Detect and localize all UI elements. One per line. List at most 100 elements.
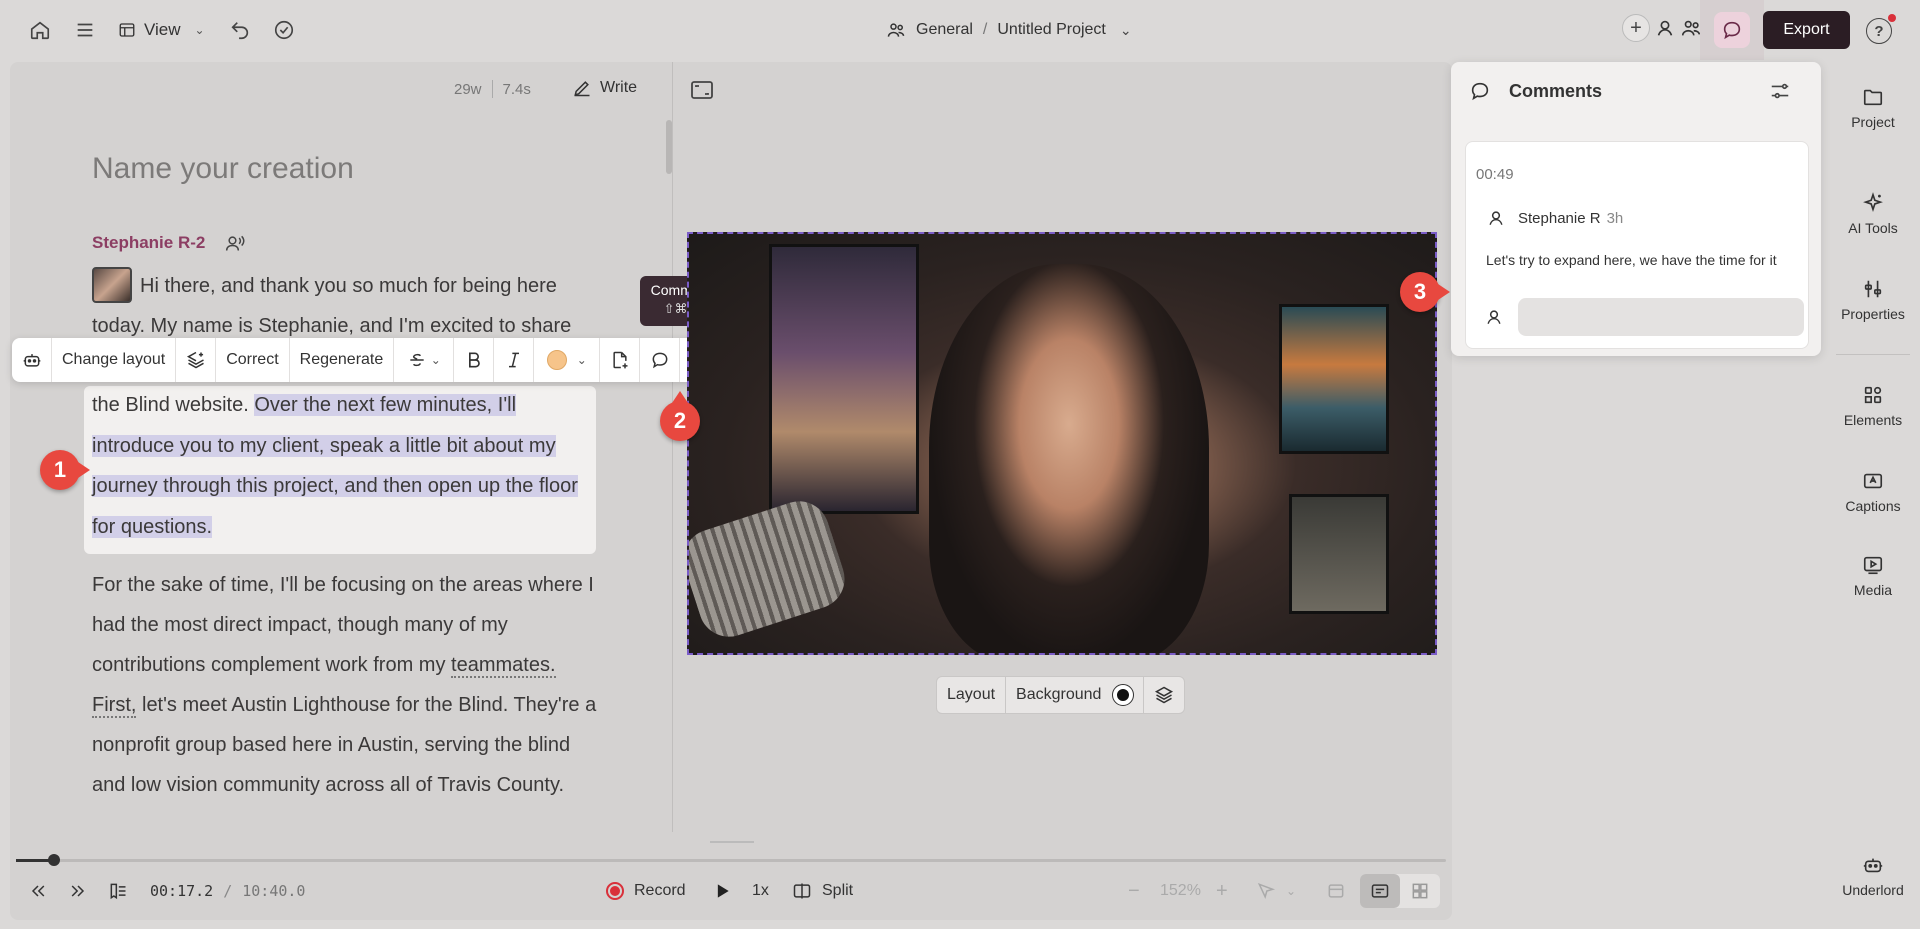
sidebar-item-underlord[interactable]: Underlord xyxy=(1826,854,1920,898)
italic-button[interactable] xyxy=(494,338,535,382)
play-button[interactable] xyxy=(712,874,732,908)
write-label: Write xyxy=(600,79,638,96)
zoom-in-button[interactable]: + xyxy=(1216,874,1228,908)
sidebar-item-media[interactable]: Media xyxy=(1826,554,1920,598)
record-button[interactable]: Record xyxy=(606,874,686,908)
breadcrumb-project[interactable]: Untitled Project xyxy=(997,21,1106,39)
plain-text: the Blind website. xyxy=(92,394,255,416)
chevron-down-icon[interactable]: ⌄ xyxy=(577,353,587,367)
fullscreen-icon[interactable] xyxy=(690,80,714,100)
sparkle-icon xyxy=(1863,192,1883,213)
track-view-button[interactable] xyxy=(1326,874,1346,908)
highlight-swatch xyxy=(546,350,567,370)
home-icon[interactable] xyxy=(26,16,54,44)
layout-button[interactable]: Layout xyxy=(937,676,1007,714)
chevron-down-icon[interactable]: ⌄ xyxy=(1120,22,1132,39)
script-paragraph-1[interactable]: Hi there, and thank you so much for bein… xyxy=(92,266,602,346)
view-menu-button[interactable]: View ⌄ xyxy=(118,16,205,44)
sidebar-item-captions[interactable]: Captions xyxy=(1826,470,1920,514)
sidebar-item-label: Project xyxy=(1851,114,1895,130)
cursor-icon xyxy=(1257,882,1276,899)
reply-input[interactable] xyxy=(1518,298,1804,336)
script-paragraph-2[interactable]: the Blind website. Over the next few min… xyxy=(92,385,602,547)
comment-icon xyxy=(1723,21,1741,40)
chevron-down-icon[interactable]: ⌄ xyxy=(431,353,441,367)
transport-bar: 00:17.2 / 10:40.0 Record 1x Split − 152%… xyxy=(0,874,1452,908)
sidebar-item-project[interactable]: Project xyxy=(1826,86,1920,130)
grid-view-button[interactable] xyxy=(1400,874,1440,908)
total-time: 10:40.0 xyxy=(242,882,306,900)
check-circle-icon[interactable] xyxy=(270,16,298,44)
chevron-down-icon: ⌄ xyxy=(194,23,205,37)
bold-button[interactable] xyxy=(454,338,495,382)
playback-scrubber[interactable] xyxy=(16,854,1446,866)
sidebar-item-elements[interactable]: Elements xyxy=(1826,384,1920,428)
record-icon xyxy=(606,882,624,900)
divider xyxy=(491,80,493,98)
layout-icon xyxy=(119,23,135,37)
chapters-button[interactable] xyxy=(108,874,128,908)
sidebar-item-properties[interactable]: Properties xyxy=(1826,278,1920,322)
robot-icon xyxy=(23,354,40,367)
script-view-button[interactable] xyxy=(1360,874,1400,908)
panel-divider[interactable] xyxy=(672,62,673,832)
speaker-label[interactable]: Stephanie R-2 xyxy=(92,233,245,253)
playback-speed-button[interactable]: 1x xyxy=(752,874,769,908)
undo-icon[interactable] xyxy=(226,16,254,44)
skip-back-button[interactable] xyxy=(28,874,48,908)
sidebar-item-ai-tools[interactable]: AI Tools xyxy=(1826,192,1920,236)
zoom-out-button[interactable]: − xyxy=(1128,874,1140,908)
people-icon xyxy=(1681,20,1701,36)
write-button[interactable]: Write xyxy=(572,78,637,98)
collaborators[interactable]: + xyxy=(1622,14,1702,42)
plus-icon: + xyxy=(1216,879,1228,902)
export-button[interactable]: Export xyxy=(1763,11,1850,49)
breadcrumb-team[interactable]: General xyxy=(916,21,973,39)
comments-toggle-button[interactable] xyxy=(1700,0,1764,60)
split-button[interactable]: Split xyxy=(792,874,853,908)
comment-button[interactable] xyxy=(640,338,681,382)
underlord-button[interactable] xyxy=(12,338,52,382)
play-icon xyxy=(717,884,729,898)
sidebar-item-label: Media xyxy=(1853,582,1893,598)
layers-sparkle-button[interactable] xyxy=(176,338,217,382)
script-stats: 29w 7.4s xyxy=(454,80,531,98)
resize-handle[interactable] xyxy=(710,841,754,843)
layers-icon xyxy=(1155,686,1174,704)
comment-author: Stephanie R 3h xyxy=(1486,208,1623,228)
voice-icon[interactable] xyxy=(225,233,245,253)
background-label: Background xyxy=(1016,686,1102,703)
menu-icon[interactable] xyxy=(71,16,99,44)
correct-button[interactable]: Correct xyxy=(216,338,290,382)
script-paragraph-3[interactable]: For the sake of time, I'll be focusing o… xyxy=(92,565,602,805)
strikethrough-button[interactable]: ⌄ xyxy=(394,338,455,382)
comment-timestamp[interactable]: 00:49 xyxy=(1476,166,1514,183)
breadcrumb[interactable]: General / Untitled Project ⌄ xyxy=(886,16,1132,44)
caption-icon xyxy=(1863,473,1883,489)
comment-card[interactable]: 00:49 Stephanie R 3h Let's try to expand… xyxy=(1465,141,1809,349)
background-button[interactable]: Background xyxy=(1006,676,1145,714)
highlight-color-button[interactable]: ⌄ xyxy=(534,338,601,382)
help-icon[interactable]: ? xyxy=(1866,18,1892,44)
reply-row xyxy=(1484,298,1804,336)
skip-forward-button[interactable] xyxy=(68,874,88,908)
regenerate-button[interactable]: Regenerate xyxy=(290,338,395,382)
author-name: Stephanie R xyxy=(1518,209,1601,227)
select-tool-button[interactable]: ⌄ xyxy=(1256,874,1296,908)
change-layout-button[interactable]: Change layout xyxy=(52,338,177,382)
add-collaborator-icon[interactable]: + xyxy=(1622,14,1650,42)
breadcrumb-separator: / xyxy=(982,21,988,38)
video-canvas[interactable] xyxy=(687,232,1437,655)
comment-text: Let's try to expand here, we have the ti… xyxy=(1486,252,1777,268)
add-scene-button[interactable] xyxy=(600,338,641,382)
filter-sliders-icon[interactable] xyxy=(1769,80,1791,102)
minus-icon: − xyxy=(1128,879,1140,902)
zoom-level[interactable]: 152% xyxy=(1160,874,1201,908)
layers-button[interactable] xyxy=(1144,676,1184,714)
italic-icon xyxy=(508,352,519,368)
sidebar-item-label: Elements xyxy=(1843,412,1903,428)
speaker-name[interactable]: Stephanie R-2 xyxy=(92,233,205,253)
scrubber-knob[interactable] xyxy=(48,854,60,866)
text-segment: let's meet Austin Lighthouse for the Bli… xyxy=(92,694,597,796)
composition-title-input[interactable]: Name your creation xyxy=(92,152,354,186)
